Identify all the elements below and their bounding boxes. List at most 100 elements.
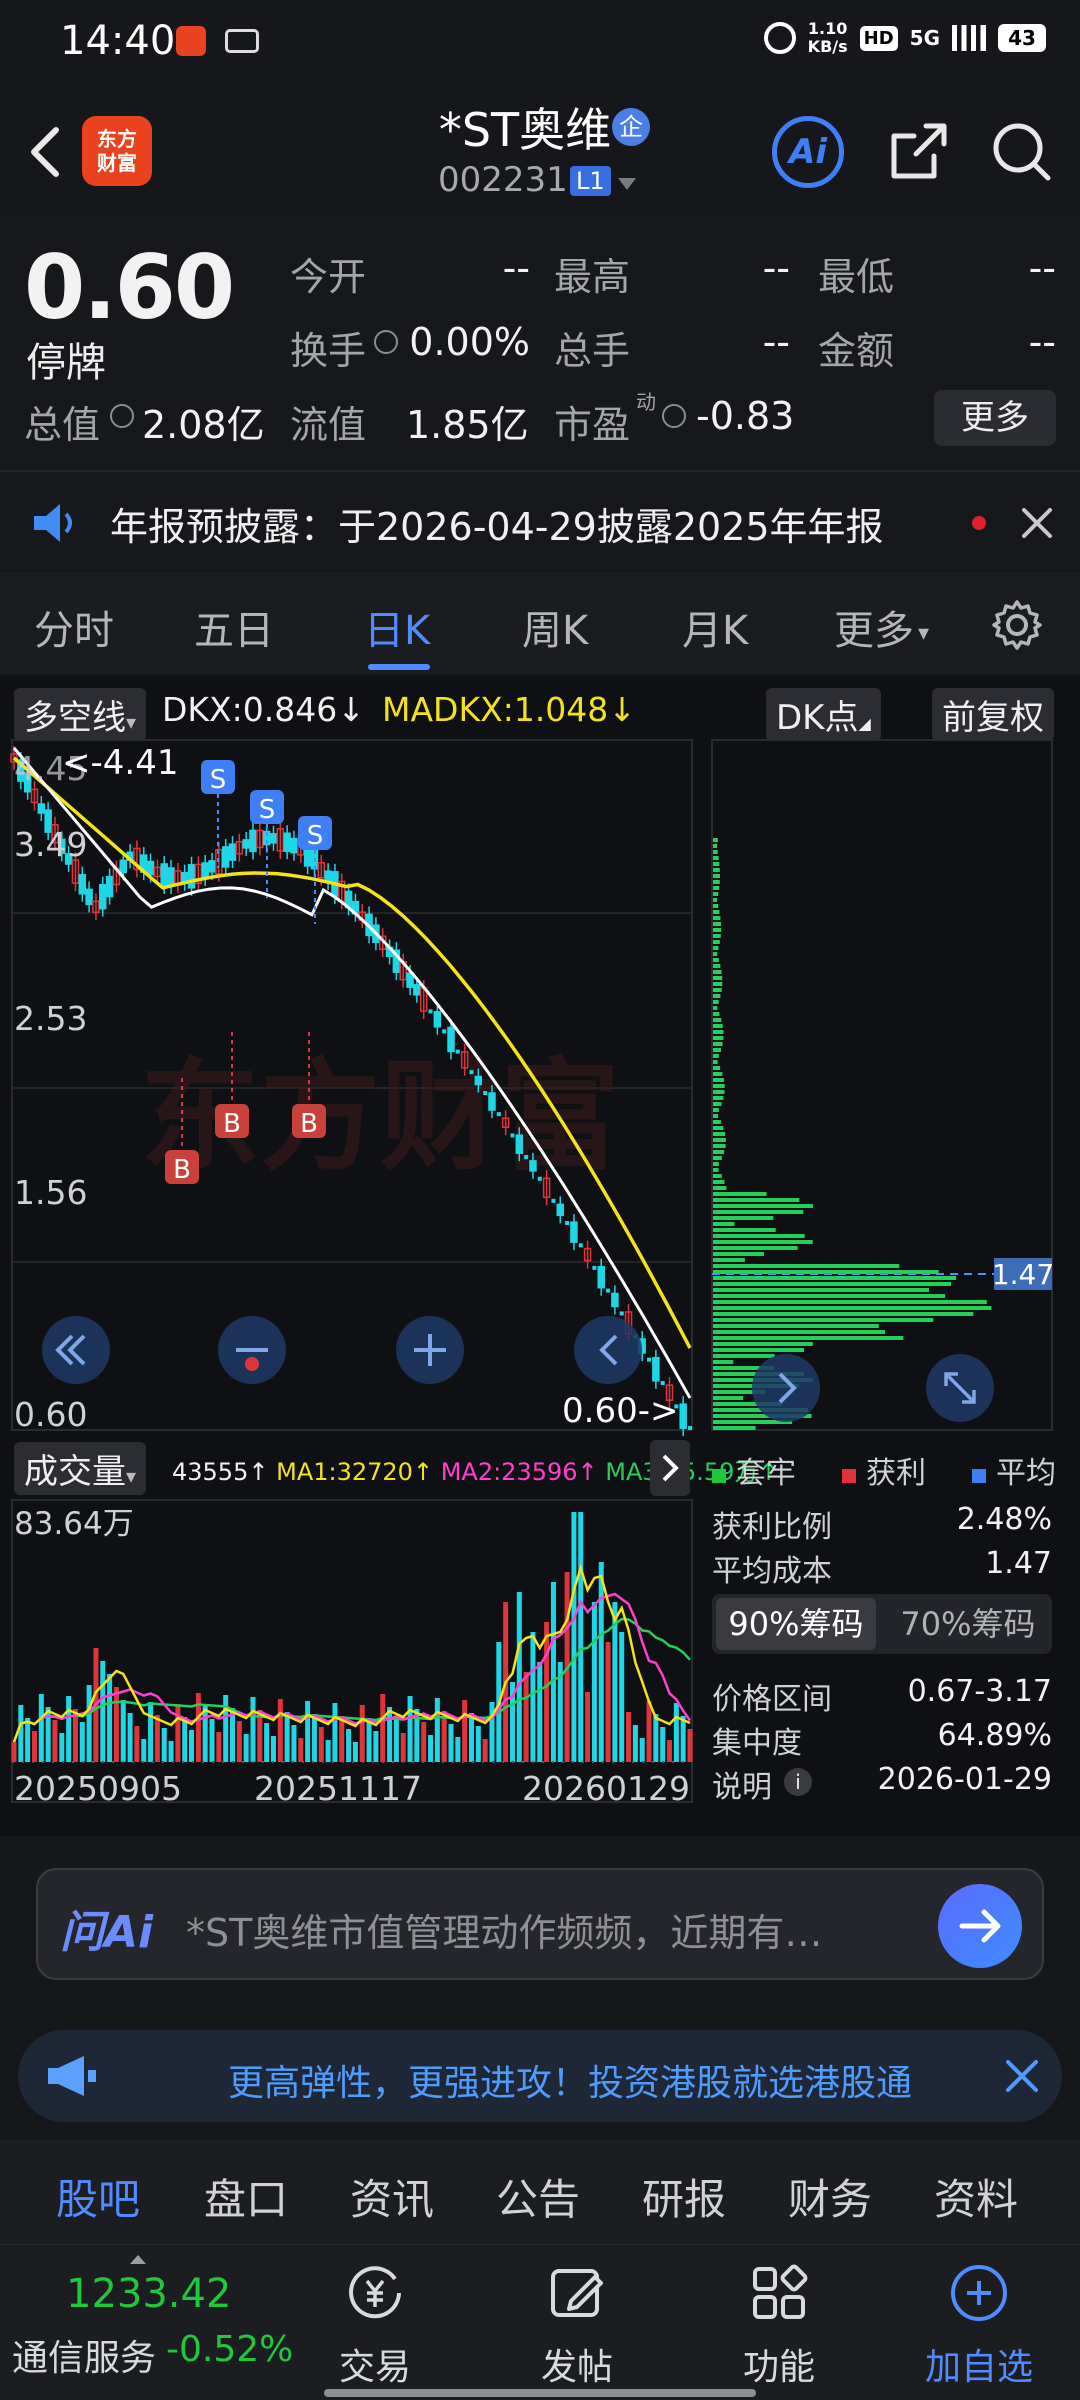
gear-icon[interactable] (990, 598, 1044, 652)
ai-button[interactable]: Ai (772, 116, 844, 188)
chip-bar (713, 1078, 724, 1082)
volume-bar (250, 1697, 256, 1762)
chip-bar (713, 1300, 987, 1304)
chip-bar (713, 958, 719, 962)
more-quote-button[interactable]: 更多 (934, 390, 1056, 446)
close-icon[interactable] (1004, 2058, 1040, 2094)
trading-status: 停牌 (26, 340, 106, 386)
candle (565, 1220, 570, 1225)
tab-pankou[interactable]: 盘口 (204, 2166, 288, 2227)
chip-bar (713, 934, 721, 938)
low-label: 最低 (818, 255, 895, 299)
stock-code: 002231 (438, 160, 568, 200)
tab-intraday[interactable]: 分时 (34, 598, 114, 656)
volume-value: -- (762, 320, 790, 364)
candle (556, 1203, 565, 1217)
volume-bar (168, 1741, 174, 1762)
tab-more-label: 更多 (834, 608, 914, 654)
volume-selector[interactable]: 成交量▾ (14, 1442, 147, 1495)
volume-bar (660, 1727, 666, 1762)
candle (455, 1049, 460, 1054)
chip-bar (713, 1342, 813, 1346)
tab-news[interactable]: 资讯 (350, 2166, 434, 2227)
tab-research[interactable]: 研报 (642, 2166, 726, 2227)
volume-bar (523, 1672, 529, 1762)
info-icon[interactable] (662, 404, 686, 428)
volume-bar (626, 1712, 632, 1762)
functions-button[interactable]: 功能 (724, 2261, 834, 2390)
tab-more[interactable]: 更多 ▾ (834, 598, 929, 656)
zoom-out-button[interactable] (218, 1316, 286, 1384)
volume-bar (434, 1698, 440, 1762)
legend-trapped-label: 套牢 (736, 1456, 796, 1491)
tab-announcements[interactable]: 公告 (496, 2166, 580, 2227)
madkx-value: MADKX:1.048↓ (382, 690, 636, 729)
ask-ai-bar[interactable]: 问Ai *ST奥维市值管理动作频频，近期有… (36, 1868, 1044, 1980)
scroll-left-button[interactable] (42, 1316, 110, 1384)
volume-max-label: 83.64万 (14, 1506, 134, 1542)
chip-bar (713, 1018, 722, 1022)
level-badge[interactable]: L1 (570, 166, 611, 196)
kline-chart[interactable]: 东方财富 SSSBB B 3.49 4.45 2.53 1.56 0.60 <-4… (0, 738, 696, 1468)
tab-profile[interactable]: 资料 (934, 2166, 1018, 2227)
send-button[interactable] (938, 1884, 1022, 1968)
volume-chart[interactable]: 83.64万 20250905 20251117 20260129 (0, 1498, 696, 1836)
tab-90-chips[interactable]: 90%筹码 (716, 1598, 876, 1650)
announcement-bar[interactable]: 年报预披露：于2026-04-29披露2025年年报 (0, 470, 1080, 570)
candle (290, 837, 298, 854)
volume-bar (537, 1662, 543, 1762)
scroll-prev-button[interactable] (574, 1316, 642, 1384)
expand-icon[interactable] (926, 1354, 994, 1422)
chevron-down-icon[interactable] (616, 176, 638, 192)
dk-point-button[interactable]: DK点◢ (766, 688, 881, 741)
info-icon[interactable] (374, 330, 398, 354)
tab-guba[interactable]: 股吧 (56, 2166, 140, 2227)
promo-banner[interactable]: 更高弹性，更强进攻！投资港股就选港股通 (18, 2030, 1062, 2122)
search-icon[interactable] (990, 120, 1054, 184)
share-icon[interactable] (886, 120, 950, 184)
tab-70-chips[interactable]: 70%筹码 (888, 1598, 1048, 1650)
post-button[interactable]: 发帖 (522, 2261, 632, 2390)
candle (515, 1134, 524, 1154)
unread-dot (972, 516, 986, 530)
candle (551, 1198, 556, 1203)
signal-bars-icon (952, 25, 986, 51)
volume-bar (339, 1716, 345, 1762)
info-tabs: 股吧 盘口 资讯 公告 研报 财务 资料 (0, 2140, 1080, 2244)
expand-indicators-button[interactable] (650, 1440, 690, 1496)
chip-next-button[interactable] (752, 1354, 820, 1422)
tab-daily-k[interactable]: 日K (364, 598, 430, 656)
candle (510, 1133, 515, 1138)
indicator-selector[interactable]: 多空线▾ (14, 688, 147, 741)
candle (167, 867, 175, 887)
trade-button[interactable]: 交易 (320, 2261, 430, 2390)
profit-ratio-value: 2.48% (956, 1502, 1052, 1537)
net-speed-value: 1.10 (807, 19, 848, 38)
close-icon[interactable] (1020, 506, 1054, 540)
signal-icon: 5G (909, 26, 940, 50)
tab-finance[interactable]: 财务 (788, 2166, 872, 2227)
avg-cost-label: 平均成本 (712, 1554, 832, 1589)
tab-five-day[interactable]: 五日 (194, 598, 274, 656)
volume-bar (311, 1714, 317, 1762)
chip-bar (713, 1000, 719, 1004)
volume-bar (598, 1562, 604, 1762)
float-label: 流值 (290, 403, 367, 447)
chip-distribution-chart[interactable]: 1.47 (710, 738, 1056, 1444)
info-icon[interactable] (110, 404, 134, 428)
chip-bar (713, 856, 719, 860)
volume-bar (66, 1696, 72, 1762)
zoom-in-button[interactable] (396, 1316, 464, 1384)
clock: 14:40 (60, 18, 176, 64)
volume-bar (100, 1661, 106, 1762)
add-watchlist-button[interactable]: 加自选 (914, 2261, 1044, 2390)
tab-monthly-k[interactable]: 月K (682, 598, 748, 656)
info-icon[interactable]: i (784, 1768, 812, 1796)
chip-bar (713, 1180, 725, 1184)
volume-bar (79, 1722, 85, 1762)
volume-bar (161, 1728, 167, 1762)
volume-bar (332, 1703, 338, 1762)
tab-weekly-k[interactable]: 周K (522, 598, 588, 656)
y-tick-4: 0.60 (14, 1395, 87, 1434)
adjust-button[interactable]: 前复权 (932, 688, 1054, 741)
